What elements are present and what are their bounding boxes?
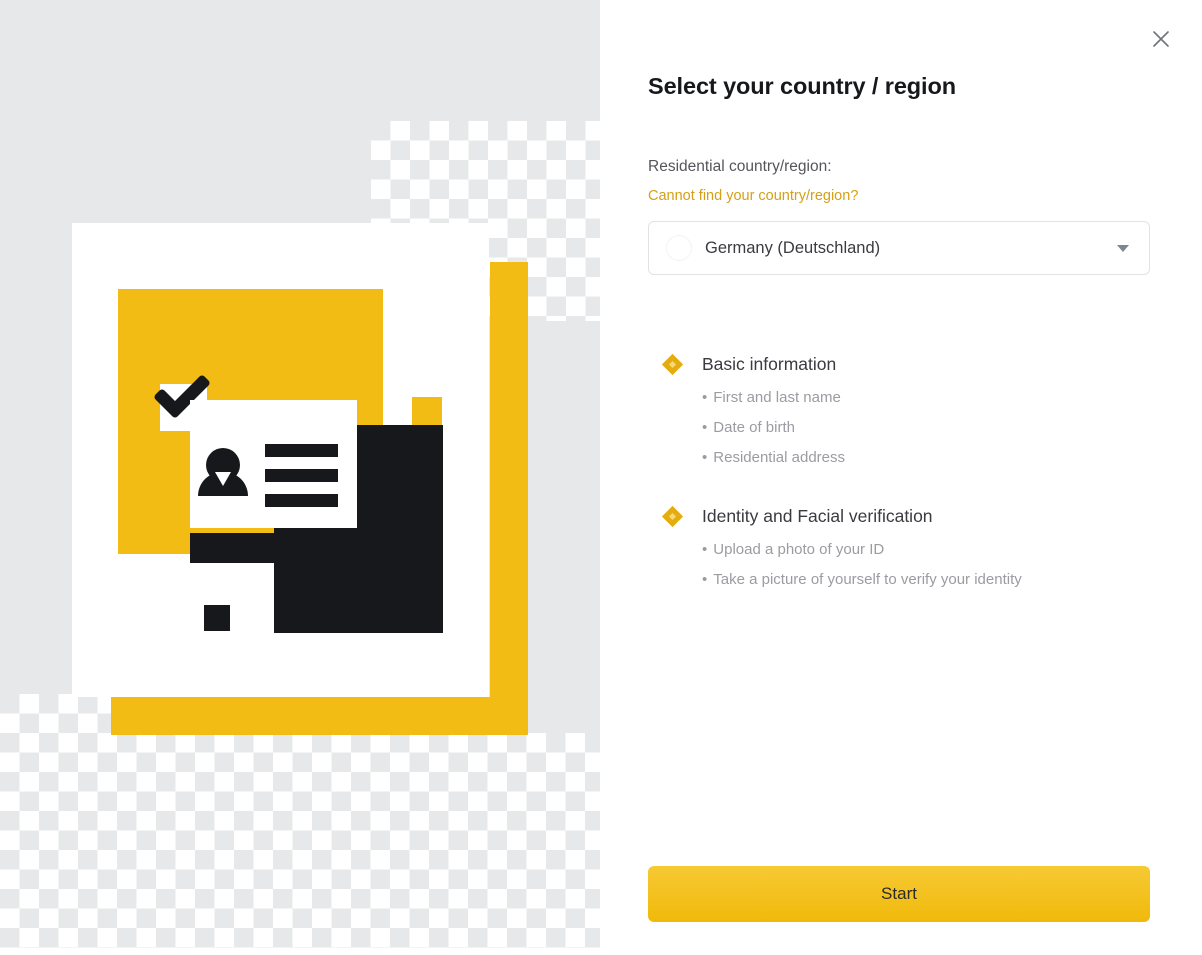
checklist-item-label: Upload a photo of your ID <box>713 541 885 558</box>
checklist-group-title: Basic information <box>702 353 837 374</box>
illustration-dark-small-square <box>204 605 230 631</box>
bullet-dot: • <box>702 541 708 558</box>
illustration-dark-strip <box>190 533 375 563</box>
checklist-item: • First and last name <box>702 389 1158 406</box>
germany-flag-icon <box>667 236 691 260</box>
content-panel: Select your country / region Residential… <box>600 0 1202 955</box>
illustration-panel <box>0 0 600 948</box>
checklist-group: Identity and Facial verification • Upload… <box>648 504 1158 588</box>
bullet-dot: • <box>702 449 708 466</box>
bullet-dot: • <box>702 571 708 588</box>
close-icon[interactable] <box>1146 24 1176 54</box>
id-card-text-line <box>265 469 338 482</box>
checklist-group-header: Identity and Facial verification <box>648 504 1158 528</box>
country-field-label: Residential country/region: <box>648 158 832 175</box>
diamond-icon <box>661 505 684 527</box>
checklist-item: • Residential address <box>702 449 1158 466</box>
illustration-yellow-right-bar <box>490 262 528 735</box>
country-select-value: Germany (Deutschland) <box>705 238 881 257</box>
id-card-text-line <box>265 444 338 457</box>
checklist-item: • Upload a photo of your ID <box>702 541 1158 558</box>
cannot-find-country-link[interactable]: Cannot find your country/region? <box>648 188 858 204</box>
illustration-yellow-bottom-bar <box>111 697 528 735</box>
chevron-down-icon <box>1117 244 1129 252</box>
checklist-group-title: Identity and Facial verification <box>702 505 933 526</box>
page-title: Select your country / region <box>648 73 956 99</box>
checklist-item-label: Take a picture of yourself to verify you… <box>713 571 1022 588</box>
diamond-dot-pattern-bottom <box>0 733 600 948</box>
diamond-icon <box>661 353 684 375</box>
country-select[interactable]: Germany (Deutschland) <box>648 221 1150 275</box>
checklist-group-header: Basic information <box>648 352 1158 376</box>
checklist-item: • Date of birth <box>702 419 1158 436</box>
start-button[interactable]: Start <box>648 866 1150 922</box>
bullet-dot: • <box>702 389 708 406</box>
checklist-item-label: First and last name <box>713 389 841 406</box>
checklist-item-label: Residential address <box>713 449 846 466</box>
id-card-text-line <box>265 494 338 507</box>
checklist-item-label: Date of birth <box>713 419 795 436</box>
checklist-group: Basic information • First and last name •… <box>648 352 1158 466</box>
checklist-item: • Take a picture of yourself to verify yo… <box>702 571 1158 588</box>
illustration-yellow-small-square <box>412 397 442 427</box>
bullet-dot: • <box>702 419 708 436</box>
requirements-checklist: Basic information • First and last name •… <box>648 352 1158 588</box>
